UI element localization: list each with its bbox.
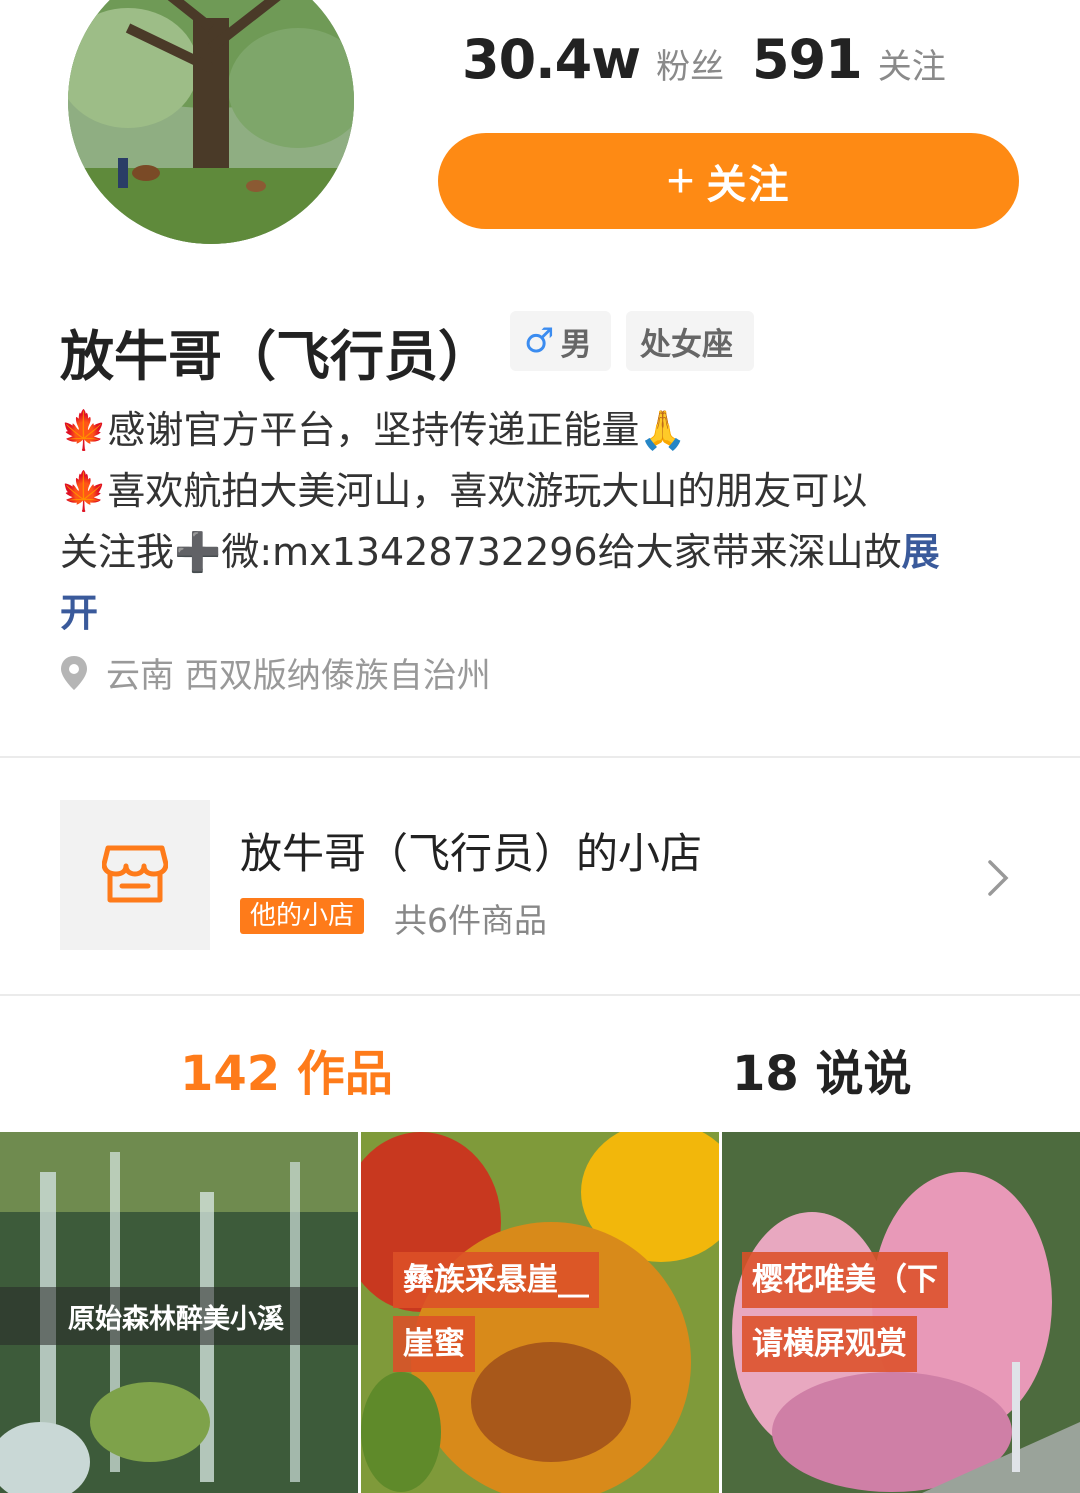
video-grid: 原始森林醉美小溪 彝族采悬崖__ 崖蜜 樱花唯美（下 请横屏观赏	[0, 1132, 1080, 1493]
following-label: 关注	[877, 47, 946, 87]
store-icon	[102, 845, 168, 903]
video-caption-line-2: 请横屏观赏	[742, 1316, 917, 1372]
video-thumbnail	[361, 1132, 719, 1493]
profile-page: 30.4w 粉丝 591 关注 + 关注 放牛哥（飞行员） ♂ 男 处女座 🍁感…	[0, 0, 1080, 1493]
pray-hands-icon: 🙏	[639, 408, 687, 452]
tab-works[interactable]: 142 作品	[180, 1034, 393, 1104]
profile-name: 放牛哥（飞行员）	[60, 325, 492, 388]
video-card[interactable]: 樱花唯美（下 请横屏观赏	[722, 1132, 1080, 1493]
bio-line-3b: 微:mx13428732296给大家带来深山故	[221, 530, 902, 574]
expand-link-a[interactable]: 展	[902, 530, 940, 574]
video-caption-line-1: 彝族采悬崖__	[393, 1252, 599, 1308]
avatar[interactable]	[68, 0, 354, 244]
video-card[interactable]: 原始森林醉美小溪	[0, 1132, 358, 1493]
fans-stat[interactable]: 30.4w 粉丝	[462, 28, 724, 91]
video-caption-line-2: 崖蜜	[393, 1316, 475, 1372]
plus-icon: +	[666, 154, 697, 208]
zodiac-tag: 处女座	[626, 311, 754, 371]
plus-emoji-icon: ➕	[174, 530, 222, 574]
shop-title: 放牛哥（飞行员）的小店	[240, 829, 703, 878]
fans-label: 粉丝	[656, 47, 725, 87]
gender-tag: ♂ 男	[510, 311, 611, 371]
location-pin-icon	[61, 655, 87, 690]
bio: 🍁感谢官方平台，坚持传递正能量🙏 🍁喜欢航拍大美河山，喜欢游玩大山的朋友可以 关…	[60, 400, 1020, 644]
avatar-image	[68, 0, 354, 244]
shop-icon-box	[60, 800, 210, 950]
bio-line-3: 关注我	[60, 530, 175, 574]
location: 云南 西双版纳傣族自治州	[60, 648, 491, 697]
video-title: 原始森林醉美小溪	[0, 1287, 358, 1345]
male-icon: ♂	[524, 321, 555, 361]
follow-button-label: 关注	[706, 163, 791, 207]
fans-count: 30.4w	[462, 28, 641, 91]
tab-posts[interactable]: 18 说说	[732, 1034, 912, 1104]
following-stat[interactable]: 591 关注	[752, 28, 946, 91]
shop-item-count: 共6件商品	[394, 901, 547, 940]
maple-leaf-icon: 🍁	[60, 408, 108, 452]
bio-line-2: 喜欢航拍大美河山，喜欢游玩大山的朋友可以	[107, 469, 868, 513]
shop-badge: 他的小店	[240, 898, 365, 934]
bio-line-1: 感谢官方平台，坚持传递正能量	[107, 408, 640, 452]
video-caption-line-1: 樱花唯美（下	[742, 1252, 948, 1308]
follow-button[interactable]: + 关注	[438, 133, 1019, 229]
following-count: 591	[752, 28, 863, 91]
gender-label: 男	[560, 326, 592, 363]
video-thumbnail	[722, 1132, 1080, 1493]
chevron-right-icon[interactable]	[986, 858, 1010, 908]
location-text: 云南 西双版纳傣族自治州	[106, 656, 491, 696]
expand-link-b[interactable]: 开	[60, 591, 98, 635]
video-card[interactable]: 彝族采悬崖__ 崖蜜	[361, 1132, 719, 1493]
maple-leaf-icon: 🍁	[60, 469, 108, 513]
shop-card[interactable]: 放牛哥（飞行员）的小店 他的小店 共6件商品	[0, 756, 1080, 996]
